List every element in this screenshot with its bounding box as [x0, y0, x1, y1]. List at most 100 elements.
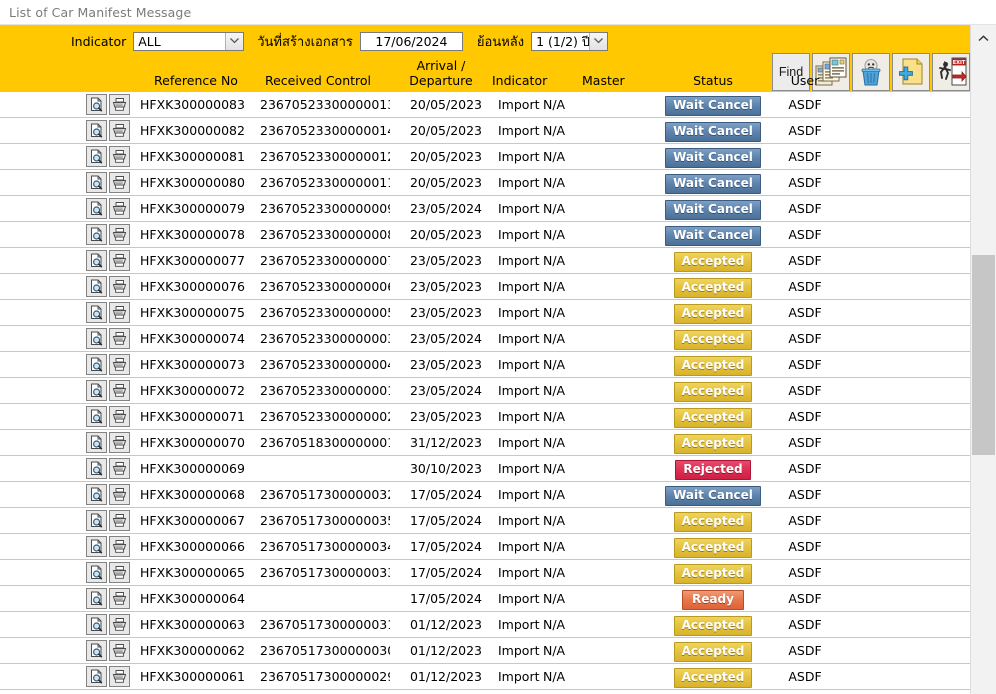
print-document-button[interactable] [109, 458, 130, 479]
status-badge: Accepted [673, 381, 753, 402]
print-document-button[interactable] [109, 536, 130, 557]
cell-reference-no: HFXK300000062 [140, 643, 245, 658]
table-row[interactable]: HFXK300000083 23670523300000013 20/05/2023… [0, 92, 970, 118]
window-title: List of Car Manifest Message [9, 4, 192, 20]
table-row[interactable]: HFXK300000076 23670523300000006 23/05/2023… [0, 274, 970, 300]
view-document-button[interactable] [86, 224, 107, 245]
table-row[interactable]: HFXK300000061 23670517300000029 01/12/2023… [0, 664, 970, 690]
indicator-select[interactable]: ALL [133, 31, 245, 51]
column-header-reference-no[interactable]: Reference No [140, 73, 252, 88]
table-row[interactable]: HFXK300000081 23670523300000012 20/05/2023… [0, 144, 970, 170]
print-document-button[interactable] [109, 172, 130, 193]
row-actions [86, 198, 130, 219]
view-document-button[interactable] [86, 302, 107, 323]
view-document-button[interactable] [86, 640, 107, 661]
status-badge: Ready [682, 589, 744, 610]
view-document-button[interactable] [86, 328, 107, 349]
printer-icon [112, 175, 127, 190]
print-document-button[interactable] [109, 224, 130, 245]
print-document-button[interactable] [109, 510, 130, 531]
table-row[interactable]: HFXK300000069 30/10/2023 Import N/A Rejected… [0, 456, 970, 482]
print-document-button[interactable] [109, 666, 130, 687]
table-row[interactable]: HFXK300000065 23670517300000033 17/05/2024… [0, 560, 970, 586]
print-document-button[interactable] [109, 432, 130, 453]
table-row[interactable]: HFXK300000071 23670523300000002 23/05/2023… [0, 404, 970, 430]
view-document-button[interactable] [86, 484, 107, 505]
status-badge: Rejected [675, 459, 751, 480]
cell-arrival-departure: 23/05/2024 [409, 331, 482, 346]
view-document-button[interactable] [86, 380, 107, 401]
print-document-button[interactable] [109, 146, 130, 167]
column-header-arrival-departure[interactable]: Arrival / Departure [400, 58, 482, 88]
table-row[interactable]: HFXK300000066 23670517300000034 17/05/2024… [0, 534, 970, 560]
cell-received-control: 23670523300000002 [260, 409, 390, 424]
view-document-button[interactable] [86, 588, 107, 609]
table-row[interactable]: HFXK300000063 23670517300000031 01/12/2023… [0, 612, 970, 638]
view-document-button[interactable] [86, 536, 107, 557]
table-row[interactable]: HFXK300000070 23670518300000001 31/12/2023… [0, 430, 970, 456]
row-actions [86, 614, 130, 635]
cell-arrival-departure: 20/05/2023 [409, 227, 482, 242]
table-row[interactable]: HFXK300000068 23670517300000032 17/05/2024… [0, 482, 970, 508]
table-row[interactable]: HFXK300000079 23670523300000009 23/05/2024… [0, 196, 970, 222]
column-header-user[interactable]: User [760, 73, 850, 88]
view-document-button[interactable] [86, 94, 107, 115]
print-document-button[interactable] [109, 406, 130, 427]
view-document-button[interactable] [86, 250, 107, 271]
print-document-button[interactable] [109, 198, 130, 219]
table-row[interactable]: HFXK300000062 23670517300000030 01/12/2023… [0, 638, 970, 664]
view-document-button[interactable] [86, 172, 107, 193]
table-row[interactable]: HFXK300000078 23670523300000008 20/05/2023… [0, 222, 970, 248]
table-row[interactable]: HFXK300000072 23670523300000001 23/05/2024… [0, 378, 970, 404]
vertical-scrollbar[interactable] [970, 25, 996, 694]
table-row[interactable]: HFXK300000074 23670523300000003 23/05/2024… [0, 326, 970, 352]
cell-user: ASDF [788, 201, 822, 216]
document-search-icon [89, 201, 104, 216]
print-document-button[interactable] [109, 588, 130, 609]
view-document-button[interactable] [86, 276, 107, 297]
chevron-down-icon[interactable] [225, 32, 244, 50]
print-document-button[interactable] [109, 250, 130, 271]
back-period-select[interactable]: 1 (1/2) ปี [531, 31, 609, 51]
print-document-button[interactable] [109, 276, 130, 297]
column-header-indicator[interactable]: Indicator [492, 73, 554, 88]
view-document-button[interactable] [86, 562, 107, 583]
print-document-button[interactable] [109, 354, 130, 375]
print-document-button[interactable] [109, 562, 130, 583]
column-header-received-control[interactable]: Received Control [248, 73, 388, 88]
document-date-label: วันที่สร้างเอกสาร [257, 34, 353, 50]
print-document-button[interactable] [109, 640, 130, 661]
app-window: List of Car Manifest Message Indicator A… [0, 0, 996, 694]
print-document-button[interactable] [109, 614, 130, 635]
print-document-button[interactable] [109, 94, 130, 115]
chevron-down-icon[interactable] [589, 32, 608, 50]
print-document-button[interactable] [109, 328, 130, 349]
view-document-button[interactable] [86, 406, 107, 427]
view-document-button[interactable] [86, 614, 107, 635]
view-document-button[interactable] [86, 458, 107, 479]
scrollbar-up-button[interactable] [971, 25, 996, 51]
print-document-button[interactable] [109, 484, 130, 505]
table-row[interactable]: HFXK300000077 23670523300000007 23/05/2023… [0, 248, 970, 274]
cell-received-control: 23670517300000032 [260, 487, 390, 502]
table-row[interactable]: HFXK300000067 23670517300000035 17/05/2024… [0, 508, 970, 534]
view-document-button[interactable] [86, 432, 107, 453]
view-document-button[interactable] [86, 510, 107, 531]
print-document-button[interactable] [109, 380, 130, 401]
view-document-button[interactable] [86, 146, 107, 167]
print-document-button[interactable] [109, 302, 130, 323]
table-row[interactable]: HFXK300000075 23670523300000005 23/05/2023… [0, 300, 970, 326]
status-badge: Wait Cancel [665, 147, 761, 168]
view-document-button[interactable] [86, 666, 107, 687]
table-row[interactable]: HFXK300000064 17/05/2024 Import N/A Ready ASD… [0, 586, 970, 612]
scrollbar-thumb[interactable] [972, 255, 995, 455]
document-date-input[interactable]: 17/06/2024 [359, 31, 463, 51]
table-row[interactable]: HFXK300000073 23670523300000004 23/05/2023… [0, 352, 970, 378]
view-document-button[interactable] [86, 198, 107, 219]
cell-master: N/A [543, 123, 566, 138]
view-document-button[interactable] [86, 120, 107, 141]
print-document-button[interactable] [109, 120, 130, 141]
table-row[interactable]: HFXK300000080 23670523300000011 20/05/2023… [0, 170, 970, 196]
table-row[interactable]: HFXK300000082 23670523300000014 20/05/2023… [0, 118, 970, 144]
view-document-button[interactable] [86, 354, 107, 375]
